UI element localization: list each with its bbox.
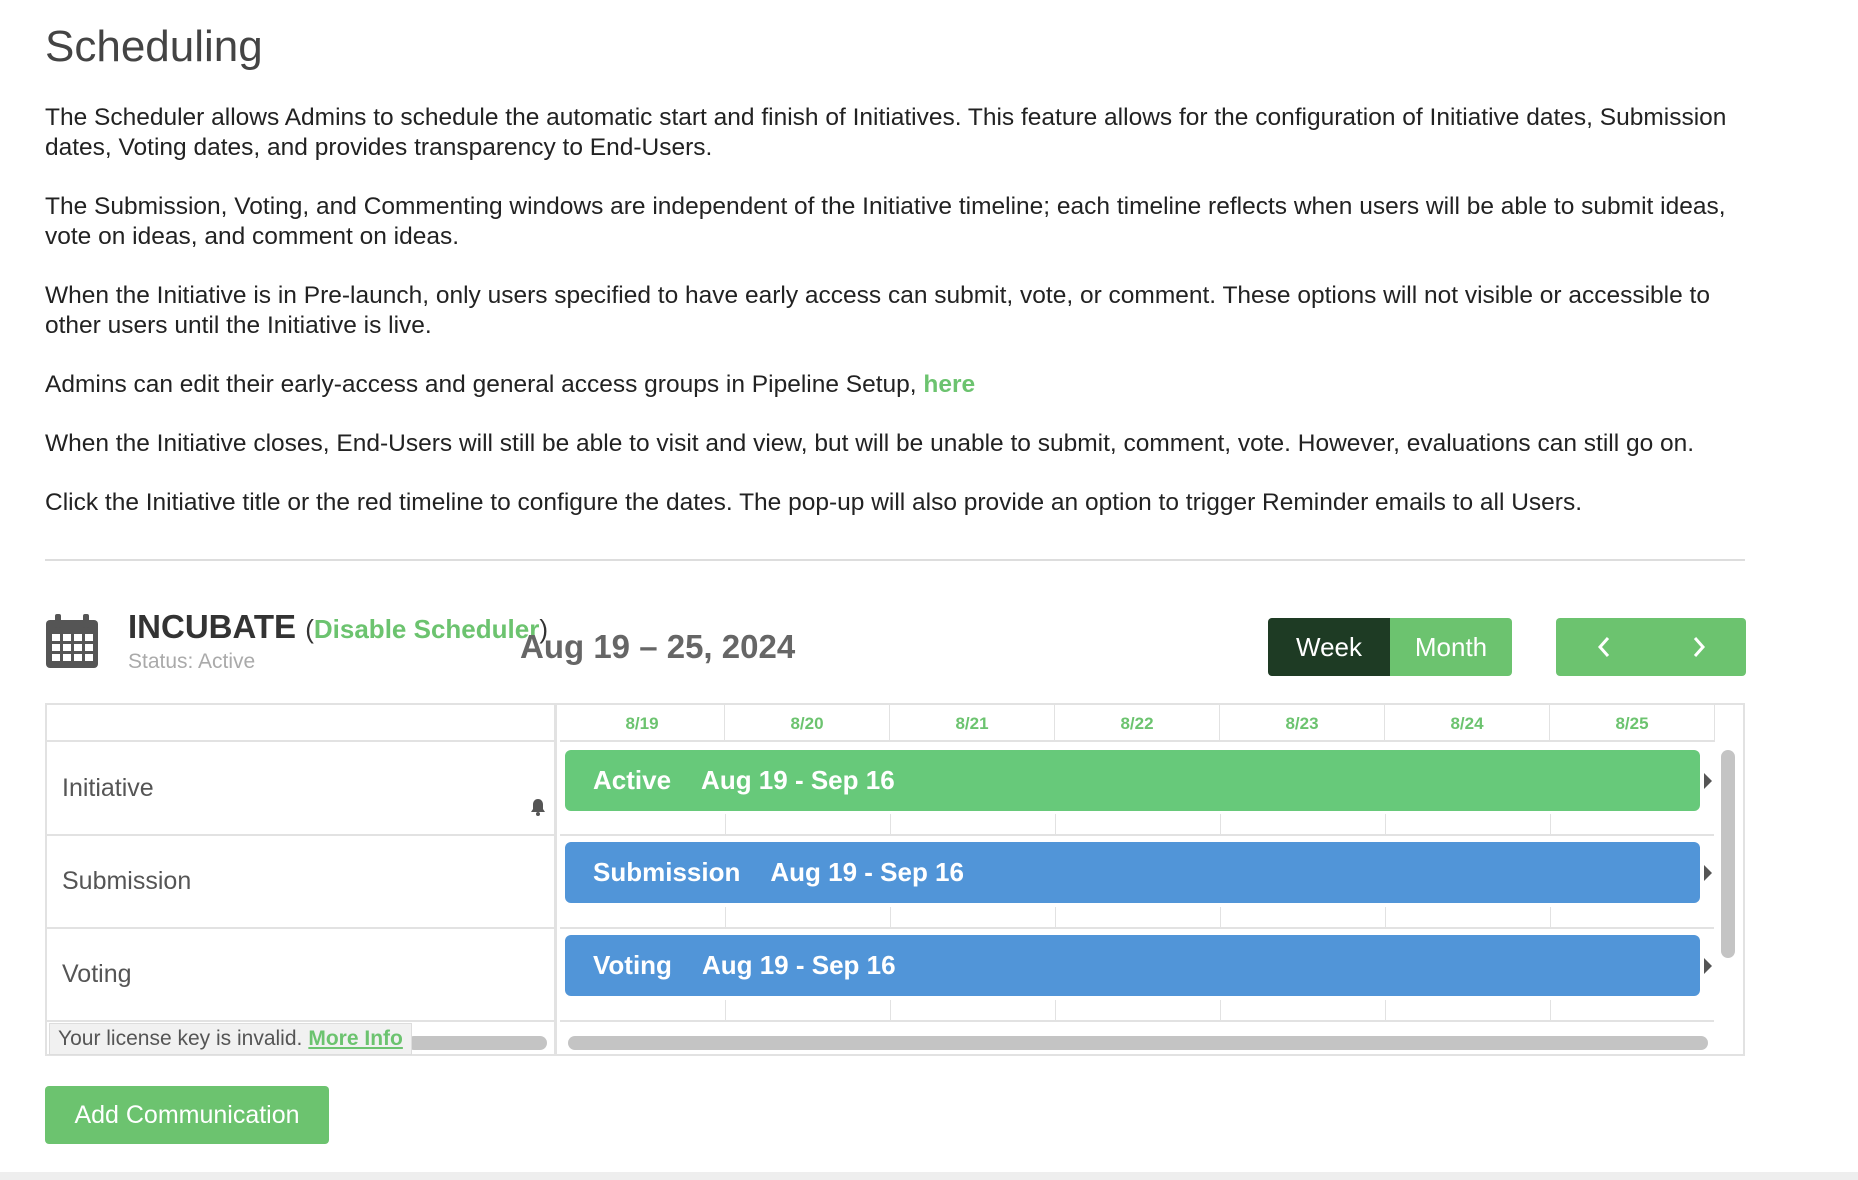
day-header: 8/19 (560, 705, 725, 742)
month-view-button[interactable]: Month (1390, 618, 1512, 676)
initiative-name[interactable]: INCUBATE (128, 608, 296, 645)
closing-paragraph: When the Initiative closes, End-Users wi… (45, 430, 1695, 457)
scheduler-title[interactable]: INCUBATE (Disable Scheduler) (128, 608, 548, 646)
day-header: 8/20 (725, 705, 890, 742)
access-groups-paragraph: Admins can edit their early-access and g… (45, 370, 1755, 400)
vertical-scrollbar[interactable] (1721, 750, 1735, 958)
status-label: Status: Active (128, 650, 256, 673)
initiative-timeline-bar[interactable]: Active Aug 19 - Sep 16 (565, 750, 1712, 811)
row-label-text: Submission (62, 867, 192, 895)
row-label-submission[interactable]: Submission (47, 836, 554, 929)
day-header: 8/21 (890, 705, 1055, 742)
next-button[interactable] (1651, 618, 1746, 676)
view-toggle: Week Month (1268, 618, 1512, 676)
chevron-left-icon (1597, 637, 1609, 657)
license-warning: Your license key is invalid. More Info (49, 1023, 412, 1055)
timeline-row-submission: Submission Aug 19 - Sep 16 (560, 836, 1714, 929)
bar-dates: Aug 19 - Sep 16 (701, 950, 896, 980)
bar-status-label: Voting (593, 950, 672, 980)
timeline-row-initiative: Active Aug 19 - Sep 16 (560, 742, 1714, 836)
triangle-right-icon (1704, 957, 1712, 974)
timeline-row-voting: Voting Aug 19 - Sep 16 (560, 929, 1714, 1022)
left-horizontal-scrollbar[interactable] (407, 1036, 547, 1050)
row-labels-column: Initiative Submission Voting Your licens… (47, 705, 557, 1055)
date-range: Aug 19 – 25, 2024 (520, 628, 796, 665)
previous-button[interactable] (1556, 618, 1651, 676)
configure-paragraph: Click the Initiative title or the red ti… (45, 489, 1583, 516)
date-navigation (1556, 618, 1746, 676)
timeline: 8/19 8/20 8/21 8/22 8/23 8/24 8/25 Activ… (560, 705, 1715, 1054)
row-label-text: Initiative (62, 773, 154, 802)
bar-dates: Aug 19 - Sep 16 (770, 857, 964, 887)
chevron-right-icon (1693, 637, 1705, 657)
row-labels-header (47, 705, 554, 742)
submission-timeline-bar[interactable]: Submission Aug 19 - Sep 16 (565, 842, 1712, 903)
prelaunch-paragraph: When the Initiative is in Pre-launch, on… (45, 282, 1710, 339)
timeline-header: 8/19 8/20 8/21 8/22 8/23 8/24 8/25 (560, 705, 1715, 742)
license-text: Your license key is invalid. (58, 1027, 303, 1050)
windows-paragraph: The Submission, Voting, and Commenting w… (45, 193, 1726, 250)
paren-open: ( (305, 614, 314, 644)
pipeline-setup-link[interactable]: here (923, 371, 975, 398)
voting-timeline-bar[interactable]: Voting Aug 19 - Sep 16 (565, 935, 1712, 996)
page-title: Scheduling (45, 22, 263, 71)
bar-status-label: Submission (593, 857, 741, 887)
access-groups-text: Admins can edit their early-access and g… (45, 371, 924, 398)
day-header: 8/22 (1055, 705, 1220, 742)
row-label-voting[interactable]: Voting (47, 929, 554, 1022)
intro-paragraph: The Scheduler allows Admins to schedule … (45, 104, 1727, 161)
section-divider (45, 559, 1745, 561)
bar-status-label: Active (593, 765, 672, 795)
add-communication-button[interactable]: Add Communication (45, 1086, 329, 1144)
day-header: 8/25 (1550, 705, 1715, 742)
triangle-right-icon (1704, 864, 1712, 881)
page-bottom-edge (0, 1172, 1858, 1180)
bell-icon[interactable] (530, 798, 546, 816)
disable-scheduler-link[interactable]: Disable Scheduler (314, 614, 539, 644)
bar-dates: Aug 19 - Sep 16 (701, 765, 895, 795)
day-header: 8/24 (1385, 705, 1550, 742)
calendar-icon (46, 614, 98, 668)
row-label-initiative[interactable]: Initiative (47, 742, 554, 836)
day-header: 8/23 (1220, 705, 1385, 742)
timeline-horizontal-scrollbar[interactable] (568, 1036, 1708, 1050)
row-label-text: Voting (62, 960, 132, 988)
week-view-button[interactable]: Week (1268, 618, 1390, 676)
triangle-right-icon (1704, 772, 1712, 789)
more-info-link[interactable]: More Info (308, 1027, 403, 1051)
scheduler-grid: Initiative Submission Voting Your licens… (45, 703, 1745, 1056)
